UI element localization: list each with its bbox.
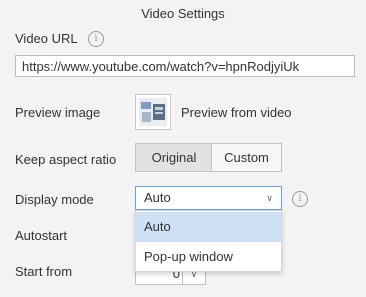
display-mode-label: Display mode (15, 192, 94, 207)
info-icon[interactable]: i (292, 191, 308, 207)
start-from-label: Start from (15, 264, 73, 279)
display-mode-dropdown: Auto Pop-up window (135, 210, 282, 272)
display-mode-value: Auto (144, 190, 171, 205)
preview-image-label: Preview image (15, 105, 101, 120)
autostart-label: Autostart (15, 228, 68, 243)
dropdown-option-popup-window[interactable]: Pop-up window (136, 242, 281, 272)
display-mode-select[interactable]: Auto ∨ (135, 186, 282, 210)
video-url-label: Video URL (15, 31, 78, 46)
info-icon[interactable]: i (88, 31, 104, 47)
thumbnail-image (139, 98, 167, 126)
aspect-custom-button[interactable]: Custom (211, 143, 282, 172)
video-thumbnail[interactable] (135, 94, 171, 130)
aspect-original-button[interactable]: Original (135, 143, 212, 172)
preview-caption: Preview from video (181, 105, 292, 120)
dropdown-option-auto[interactable]: Auto (136, 212, 281, 242)
chevron-down-icon: ∨ (266, 193, 273, 203)
aspect-ratio-label: Keep aspect ratio (15, 152, 117, 167)
video-url-input[interactable] (15, 55, 355, 77)
panel-title: Video Settings (141, 6, 225, 21)
